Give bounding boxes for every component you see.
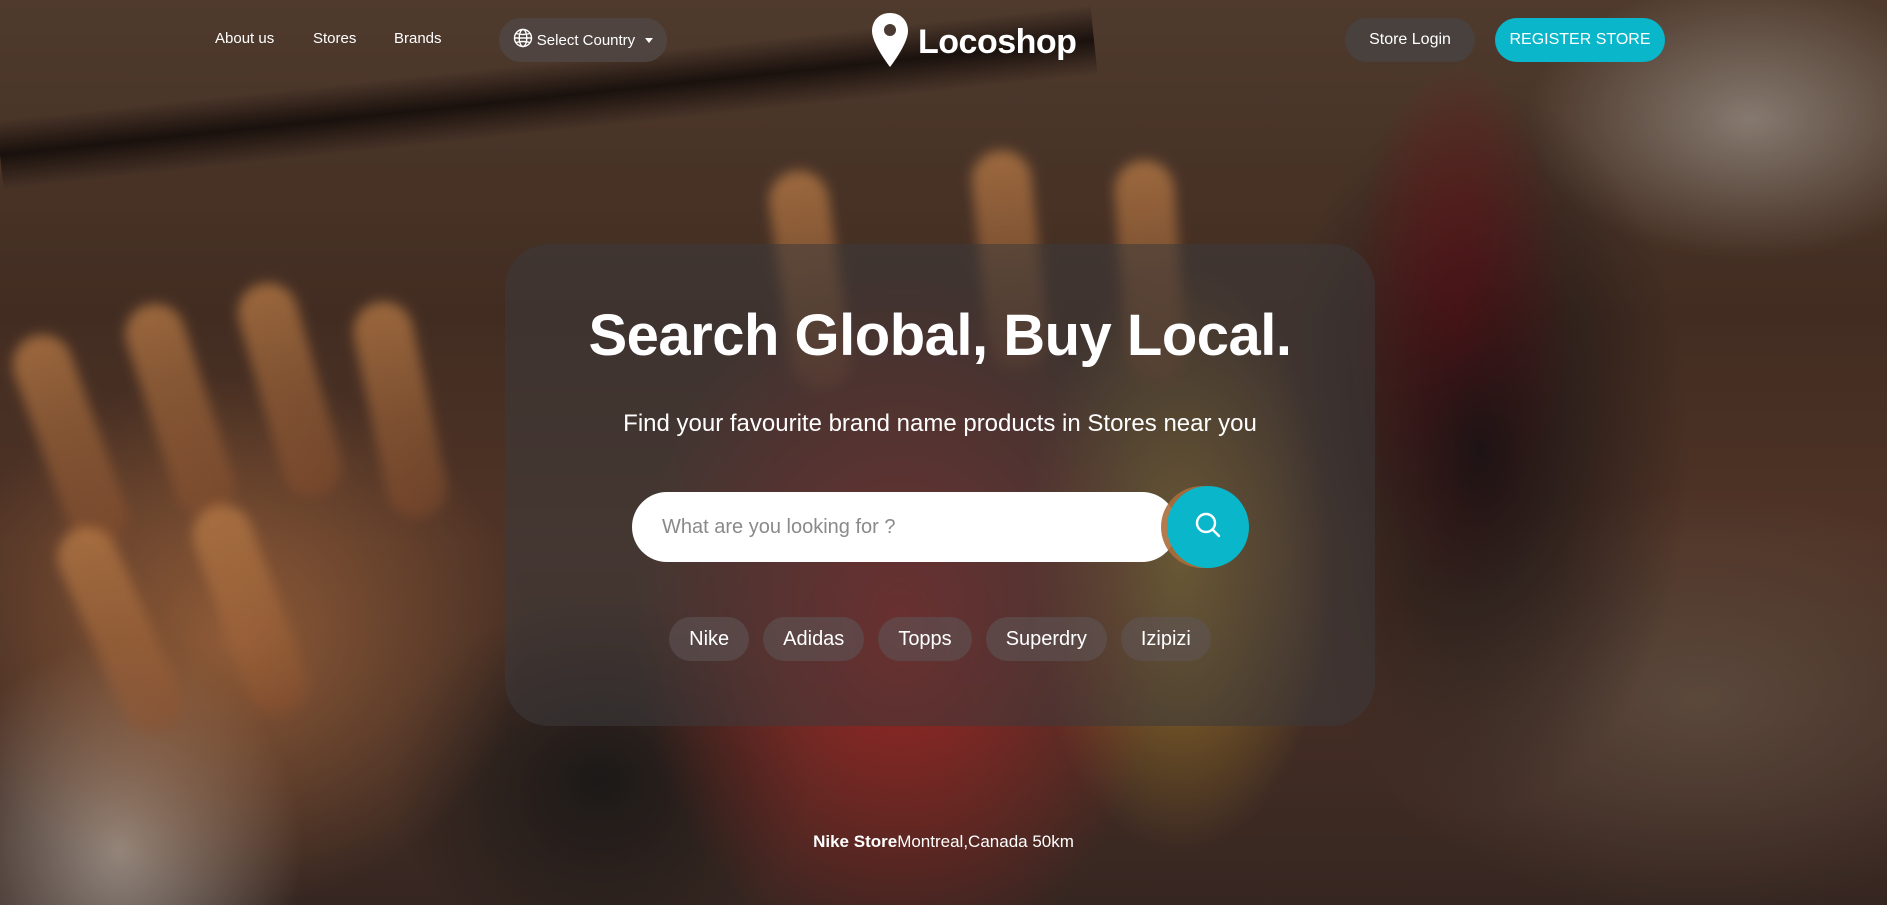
- search-icon: [1193, 510, 1223, 544]
- nav-brands[interactable]: Brands: [394, 30, 442, 47]
- select-country-label: Select Country: [536, 31, 636, 49]
- brand-chip-nike[interactable]: Nike: [669, 617, 750, 661]
- nav-about-us[interactable]: About us: [215, 30, 274, 47]
- hero-subtitle: Find your favourite brand name products …: [623, 410, 1257, 437]
- featured-store[interactable]: Nike StoreMontreal,Canada 50km: [0, 832, 1887, 852]
- chevron-down-icon: [645, 37, 654, 43]
- logo[interactable]: Locoshop: [870, 11, 1077, 73]
- logo-text: Locoshop: [918, 22, 1077, 61]
- hero-title: Search Global, Buy Local.: [588, 303, 1292, 368]
- store-login-button[interactable]: Store Login: [1345, 18, 1475, 62]
- search-bar: [632, 486, 1249, 568]
- search-input[interactable]: [632, 492, 1177, 562]
- select-country-dropdown[interactable]: Select Country: [499, 18, 667, 62]
- globe-icon: [513, 28, 533, 52]
- brand-chip-superdry[interactable]: Superdry: [985, 617, 1107, 661]
- brand-chip-topps[interactable]: Topps: [878, 617, 972, 661]
- register-store-button[interactable]: REGISTER STORE: [1495, 18, 1665, 62]
- hero-card: Search Global, Buy Local. Find your favo…: [505, 244, 1375, 726]
- search-button[interactable]: [1167, 486, 1249, 568]
- brand-chip-adidas[interactable]: Adidas: [763, 617, 865, 661]
- map-pin-icon: [870, 11, 910, 73]
- brand-chip-izipizi[interactable]: Izipizi: [1120, 617, 1211, 661]
- nav-stores[interactable]: Stores: [313, 30, 356, 47]
- brand-chips: Nike Adidas Topps Superdry Izipizi: [505, 617, 1375, 661]
- featured-store-name: Nike Store: [813, 832, 898, 851]
- featured-store-location: Montreal,Canada 50km: [897, 832, 1074, 851]
